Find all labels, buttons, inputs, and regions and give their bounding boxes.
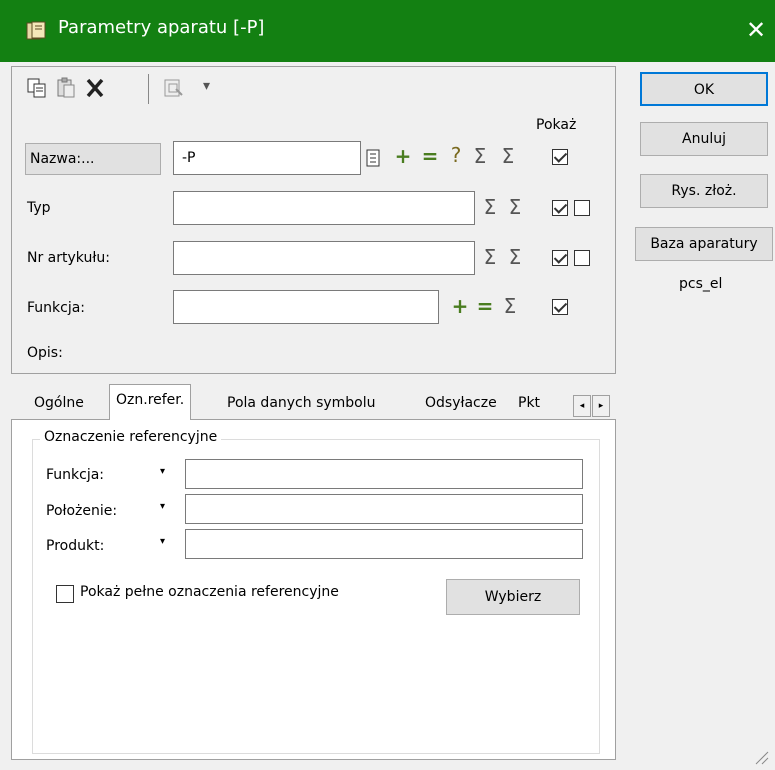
delete-icon[interactable]	[84, 77, 106, 99]
dropdown-icon[interactable]: ▾	[203, 78, 210, 94]
name-button[interactable]: Nazwa:...	[25, 143, 161, 175]
sigma-icon[interactable]: Σ	[470, 145, 490, 167]
list-icon[interactable]	[366, 149, 380, 167]
show-function-checkbox[interactable]	[552, 299, 568, 315]
article-extra-checkbox[interactable]	[574, 250, 590, 266]
show-full-designation-checkbox[interactable]	[56, 585, 74, 603]
show-full-designation-label: Pokaż pełne oznaczenia referencyjne	[80, 584, 339, 600]
tab-symbol-data-fields[interactable]: Pola danych symbolu	[221, 388, 382, 420]
device-database-button[interactable]: Baza aparatury	[635, 227, 773, 261]
type-extra-checkbox[interactable]	[574, 200, 590, 216]
title-bar: Parametry aparatu [-P] ✕	[0, 0, 775, 62]
type-field[interactable]	[173, 191, 475, 225]
tab-general[interactable]: Ogólne	[28, 388, 90, 420]
ref-product-label: Produkt:	[46, 538, 105, 554]
function-label: Funkcja:	[27, 300, 86, 316]
name-button-label: Nazwa:...	[30, 151, 95, 167]
ref-function-label: Funkcja:	[46, 467, 105, 483]
equals-icon[interactable]: =	[420, 145, 440, 167]
ref-function-field[interactable]	[185, 459, 583, 489]
paste-icon[interactable]	[55, 77, 77, 99]
cancel-button[interactable]: Anuluj	[640, 122, 768, 156]
group-legend: Oznaczenie referencyjne	[40, 429, 222, 445]
ref-function-dropdown-icon[interactable]: ▾	[160, 466, 165, 477]
ref-location-dropdown-icon[interactable]: ▾	[160, 501, 165, 512]
show-article-checkbox[interactable]	[552, 250, 568, 266]
ref-location-label: Położenie:	[46, 503, 118, 519]
sigma-icon[interactable]: Σ	[480, 246, 500, 268]
show-column-label: Pokaż	[536, 117, 577, 133]
tab-scroll-right-icon[interactable]: ▸	[592, 395, 610, 417]
app-icon	[26, 21, 46, 40]
ref-location-field[interactable]	[185, 494, 583, 524]
toolbar-separator	[148, 74, 149, 104]
resize-grip-icon[interactable]	[752, 748, 770, 766]
close-icon[interactable]: ✕	[740, 12, 772, 48]
plus-icon[interactable]: +	[450, 295, 470, 317]
show-name-checkbox[interactable]	[552, 149, 568, 165]
select-button[interactable]: Wybierz	[446, 579, 580, 615]
article-number-label: Nr artykułu:	[27, 250, 110, 266]
component-icon[interactable]	[162, 77, 184, 99]
question-icon[interactable]: ?	[446, 144, 466, 166]
tab-reference-designation[interactable]: Ozn.refer.	[109, 384, 192, 421]
description-label: Opis:	[27, 345, 63, 361]
show-type-checkbox[interactable]	[552, 200, 568, 216]
ref-product-field[interactable]	[185, 529, 583, 559]
assembly-drawing-button[interactable]: Rys. złoż.	[640, 174, 768, 208]
tab-scroll-left-icon[interactable]: ◂	[573, 395, 591, 417]
sigma-check-icon[interactable]: Σ	[496, 145, 520, 167]
function-field[interactable]	[173, 290, 439, 324]
sigma-check-glyph: Σ	[501, 144, 515, 168]
sigma-icon[interactable]: Σ	[480, 196, 500, 218]
type-label: Typ	[27, 200, 51, 216]
database-name: pcs_el	[679, 276, 723, 292]
window-title: Parametry aparatu [-P]	[58, 17, 265, 38]
ok-button[interactable]: OK	[640, 72, 768, 106]
tab-points[interactable]: Pkt	[512, 388, 546, 420]
name-field[interactable]: -P	[173, 141, 361, 175]
plus-icon[interactable]: +	[393, 145, 413, 167]
tab-cross-references[interactable]: Odsyłacze	[419, 388, 503, 420]
sigma-check-icon[interactable]: Σ	[505, 196, 525, 218]
ref-product-dropdown-icon[interactable]: ▾	[160, 536, 165, 547]
equals-icon[interactable]: =	[475, 295, 495, 317]
sigma-icon[interactable]: Σ	[500, 295, 520, 317]
copy-icon[interactable]	[26, 77, 48, 99]
sigma-check-icon[interactable]: Σ	[505, 246, 525, 268]
article-number-field[interactable]	[173, 241, 475, 275]
